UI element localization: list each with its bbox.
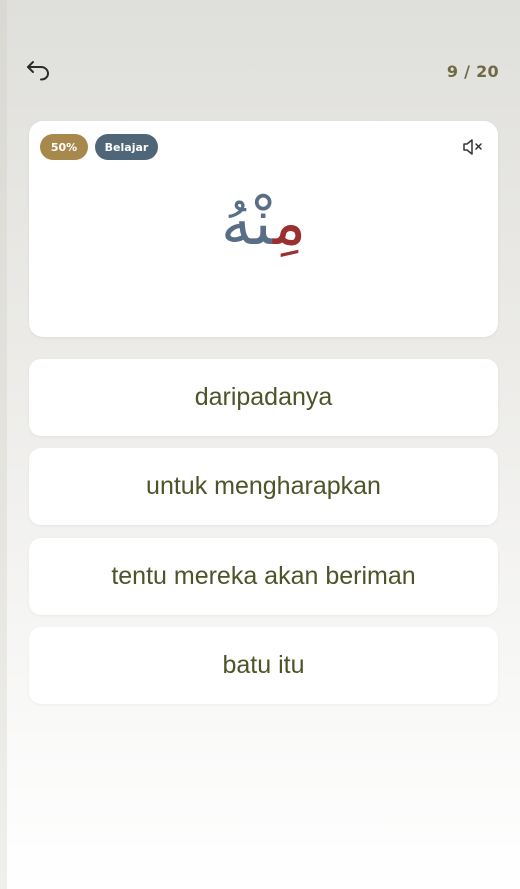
top-bar: 9 / 20	[0, 0, 520, 110]
percent-badge: 50%	[40, 134, 88, 160]
answer-option-1[interactable]: daripadanya	[29, 359, 498, 436]
mute-button[interactable]	[462, 138, 484, 156]
arabic-word-part-2: نْهُ	[220, 186, 273, 259]
undo-arrow-icon	[27, 61, 50, 81]
arabic-word: مِنْهُ	[29, 173, 498, 273]
window-edge	[0, 0, 7, 889]
speaker-muted-icon	[463, 139, 482, 155]
back-button[interactable]	[24, 56, 52, 84]
word-card: 50% Belajar مِنْهُ	[29, 121, 498, 337]
mode-badge: Belajar	[95, 134, 158, 160]
answer-option-4[interactable]: batu itu	[29, 627, 498, 704]
progress-counter: 9 / 20	[446, 62, 499, 81]
answer-option-2[interactable]: untuk mengharapkan	[29, 448, 498, 525]
answer-option-3[interactable]: tentu mereka akan beriman	[29, 538, 498, 615]
arabic-word-part-1: مِ	[272, 186, 307, 259]
